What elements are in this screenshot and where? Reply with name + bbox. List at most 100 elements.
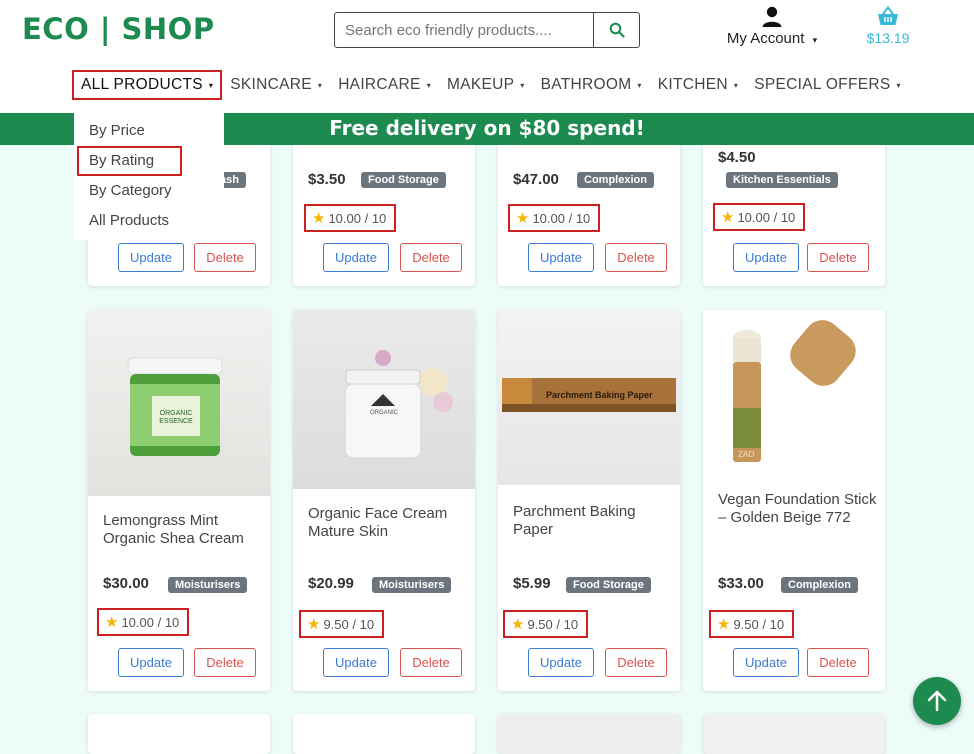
rating-display: ★ 9.50 / 10 [503,610,589,638]
product-image[interactable]: ORGANIC [293,310,475,489]
all-products-dropdown: By Price By Rating By Category All Produ… [74,112,224,240]
main-nav: ALL PRODUCTS ▾ SKINCARE ▾ HAIRCARE ▾ MAKEUP… [72,70,909,100]
star-icon: ★ [721,209,735,226]
product-card: $3.50 Food Storage ★ 10.00 / 10 Update De… [293,140,475,286]
cart-button[interactable]: $13.19 [862,6,914,46]
category-badge: Complexion [577,172,654,188]
product-image[interactable]: Parchment Baking Paper [498,310,680,485]
update-button[interactable]: Update [528,648,594,677]
nav-all-products[interactable]: ALL PRODUCTS ▾ [72,70,223,100]
nav-special-offers[interactable]: SPECIAL OFFERS ▾ [746,70,909,100]
product-stick-illustration [733,320,856,462]
category-badge: Moisturisers [168,577,248,593]
product-name[interactable]: Lemongrass Mint Organic Shea Cream [103,512,263,548]
dropdown-option-by-category[interactable]: By Category [74,176,224,206]
rating-value: 9.50 / 10 [323,616,375,632]
nav-haircare[interactable]: HAIRCARE ▾ [330,70,439,100]
product-name[interactable]: Parchment Baking Paper [513,503,673,539]
update-button[interactable]: Update [323,243,389,272]
account-menu[interactable]: My Account ▾ [716,6,828,47]
product-card [703,714,885,754]
chevron-down-icon: ▾ [317,80,323,90]
product-card: Parchment Baking Paper Parchment Baking … [498,310,680,691]
scroll-to-top-button[interactable] [913,677,961,725]
update-button[interactable]: Update [733,243,799,272]
rating-display: ★ 9.50 / 10 [299,610,385,638]
image-label: ZAO [738,450,755,459]
rating-display: ★ 10.00 / 10 [713,203,806,231]
update-button[interactable]: Update [528,243,594,272]
user-icon [762,6,782,27]
image-label: ORGANIC [369,410,398,416]
nav-label: KITCHEN [657,76,728,93]
search-input[interactable] [335,13,593,47]
chevron-down-icon: ▾ [520,80,525,90]
dropdown-option-by-rating[interactable]: By Rating [77,146,182,176]
delete-button[interactable]: Delete [400,243,462,272]
dropdown-option-all-products[interactable]: All Products [74,206,224,236]
category-badge: Kitchen Essentials [726,172,838,188]
product-image[interactable]: ZAO [703,310,885,480]
delete-button[interactable]: Delete [605,243,667,272]
delete-button[interactable]: Delete [605,648,667,677]
update-button[interactable]: Update [118,648,184,677]
account-caret-icon: ▾ [812,35,818,45]
arrow-up-icon [927,690,947,712]
chevron-down-icon: ▾ [733,80,739,90]
product-price: $33.00 [718,575,764,592]
category-badge: Complexion [781,577,858,593]
product-name[interactable]: Vegan Foundation Stick – Golden Beige 77… [718,491,878,527]
image-label: ORGANIC ESSENCE [159,410,193,425]
product-price: $5.99 [513,575,551,592]
rating-value: 9.50 / 10 [527,616,579,632]
product-card [293,714,475,754]
product-name[interactable]: Organic Face Cream Mature Skin [308,505,468,541]
star-icon: ★ [511,616,525,633]
site-logo[interactable]: ECO | SHOP [22,12,215,46]
chevron-down-icon: ▾ [426,80,432,90]
category-badge: Food Storage [566,577,651,593]
rating-display: ★ 10.00 / 10 [304,204,397,232]
delete-button[interactable]: Delete [807,648,869,677]
rating-value: 10.00 / 10 [737,209,796,225]
rating-value: 10.00 / 10 [121,614,180,630]
update-button[interactable]: Update [118,243,184,272]
product-price: $47.00 [513,171,559,188]
product-card: $47.00 Complexion ★ 10.00 / 10 Update Del… [498,140,680,286]
nav-label: MAKEUP [447,76,515,93]
nav-kitchen[interactable]: KITCHEN ▾ [650,70,746,100]
delete-button[interactable]: Delete [194,648,256,677]
product-card: ORGANIC ESSENCE Lemongrass Mint Organic … [88,310,270,691]
product-jar-illustration [127,357,223,456]
update-button[interactable]: Update [733,648,799,677]
product-price: $3.50 [308,171,346,188]
star-icon: ★ [717,616,731,633]
nav-label: ALL PRODUCTS [81,76,203,93]
star-icon: ★ [516,210,530,227]
product-card: ORGANIC Organic Face Cream Mature Skin $… [293,310,475,691]
nav-skincare[interactable]: SKINCARE ▾ [222,70,330,100]
nav-label: BATHROOM [540,76,632,93]
search-icon [609,22,625,38]
rating-value: 10.00 / 10 [532,210,591,226]
delete-button[interactable]: Delete [807,243,869,272]
nav-makeup[interactable]: MAKEUP ▾ [439,70,533,100]
product-card [498,714,680,754]
nav-label: HAIRCARE [338,76,421,93]
product-image[interactable]: ORGANIC ESSENCE [88,310,270,496]
delete-button[interactable]: Delete [400,648,462,677]
star-icon: ★ [105,614,119,631]
account-label: My Account [726,30,805,47]
nav-bathroom[interactable]: BATHROOM ▾ [533,70,650,100]
nav-label: SKINCARE [230,76,312,93]
category-badge: Food Storage [361,172,446,188]
search-button[interactable] [593,13,639,47]
rating-display: ★ 10.00 / 10 [97,608,190,636]
basket-icon [878,6,898,25]
rating-value: 10.00 / 10 [328,210,387,226]
product-card: $4.50 Kitchen Essentials ★ 10.00 / 10 Upd… [703,140,885,286]
dropdown-option-by-price[interactable]: By Price [74,116,224,146]
delete-button[interactable]: Delete [194,243,256,272]
update-button[interactable]: Update [323,648,389,677]
product-price: $4.50 [718,149,756,166]
